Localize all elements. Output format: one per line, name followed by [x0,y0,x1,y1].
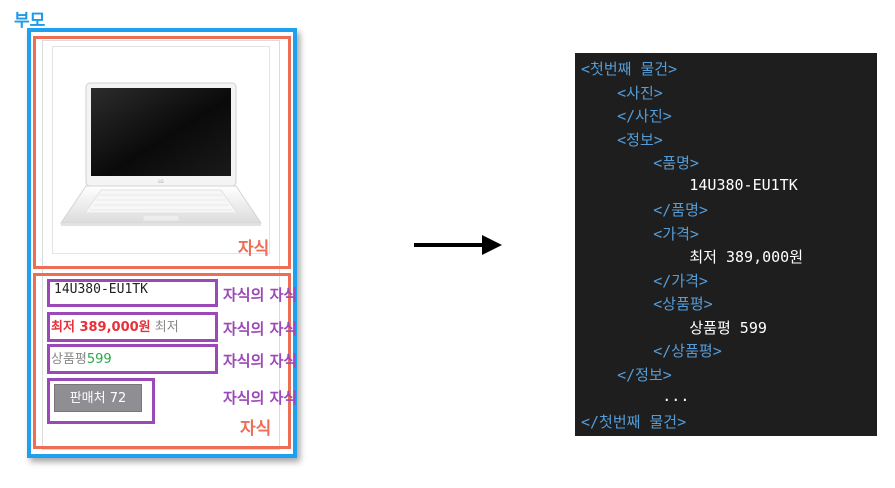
code-tag-line: <첫번째 물건> [581,60,678,78]
code-text-line: 최저 389,000원 [581,248,804,266]
code-tag-line: <가격> [581,224,699,243]
grandchild-box-rating [47,344,218,374]
code-tag-line: </상품평> [581,342,722,360]
code-tag-line: </가격> [581,271,708,290]
grandchild-label: 자식의 자식 [223,320,298,338]
grandchild-box-model [47,279,218,307]
grandchild-label: 자식의 자식 [223,286,298,304]
code-panel: <첫번째 물건> <사진> </사진> <정보> <품명> 14U380-EU1… [575,53,877,436]
code-tag-line: </품명> [581,201,708,219]
grandchild-box-sellers [47,378,155,424]
code-tag-line: <정보> [581,130,663,149]
grandchild-label: 자식의 자식 [223,352,298,370]
code-tag-line: </사진> [581,107,672,125]
child-label: 자식 [238,239,270,259]
code-text-line: ... [581,387,690,405]
grandchild-box-price [47,312,218,342]
child-label: 자식 [240,419,272,439]
grandchild-label: 자식의 자식 [223,389,298,407]
code-tag-line: <상품평> [581,295,713,313]
code-tag-line: <사진> [581,83,663,102]
code-text-line: 14U380-EU1TK [581,175,798,194]
code-text-line: 상품평 599 [581,318,767,337]
arrow-right-icon [414,235,502,255]
code-tag-line: </첫번째 물건> [581,412,687,431]
code-tag-line: <품명> [581,154,699,172]
code-tag-line: </정보> [581,365,672,384]
